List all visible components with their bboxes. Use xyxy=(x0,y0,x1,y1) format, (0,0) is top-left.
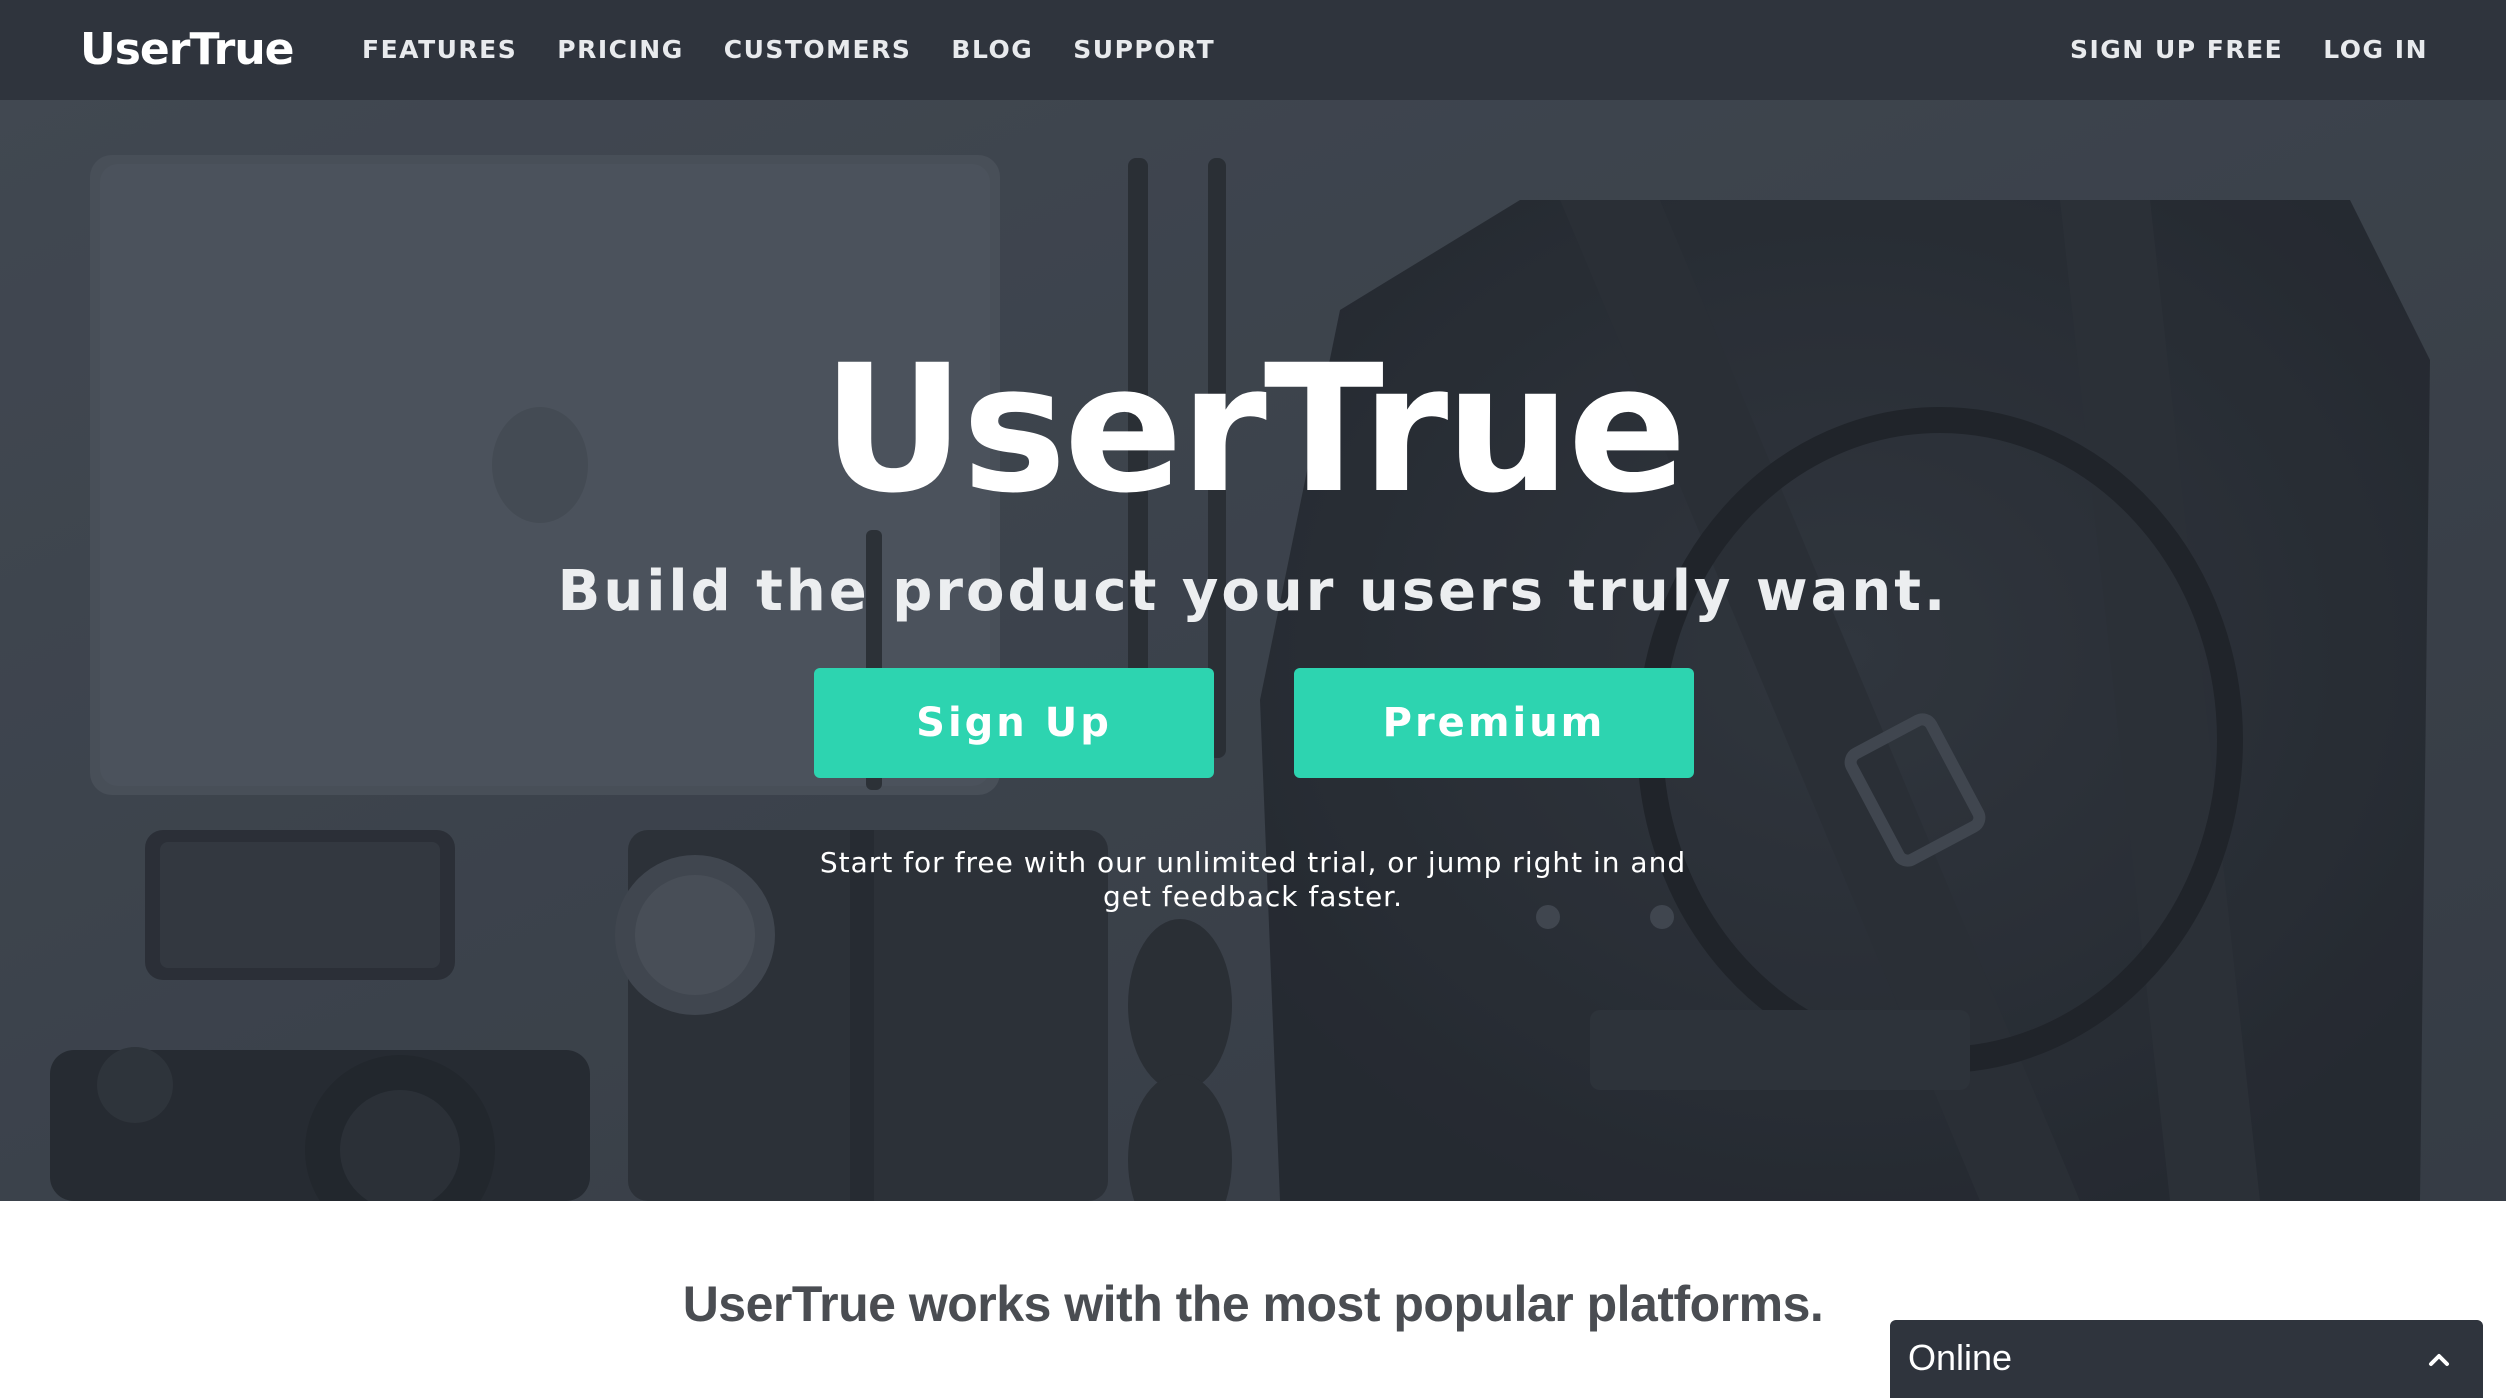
nav-link-sign-up-free[interactable]: SIGN UP FREE xyxy=(2070,32,2283,68)
nav-link-support[interactable]: SUPPORT xyxy=(1073,32,1215,68)
primary-nav: FEATURES PRICING CUSTOMERS BLOG SUPPORT xyxy=(362,32,1215,68)
top-navbar: UserTrue FEATURES PRICING CUSTOMERS BLOG… xyxy=(0,0,2506,100)
nav-link-blog[interactable]: BLOG xyxy=(951,32,1033,68)
sign-up-button[interactable]: Sign Up xyxy=(814,668,1214,778)
live-chat-widget[interactable]: Online xyxy=(1888,1318,2485,1398)
nav-link-pricing[interactable]: PRICING xyxy=(557,32,683,68)
chat-status-label: Online xyxy=(1908,1337,2013,1378)
hero-tagline: Build the product your users truly want. xyxy=(557,559,1949,624)
nav-link-features[interactable]: FEATURES xyxy=(362,32,517,68)
brand-logo[interactable]: UserTrue xyxy=(80,18,295,82)
hero-dark-overlay xyxy=(0,100,2506,1201)
account-nav: SIGN UP FREE LOG IN xyxy=(2070,32,2428,68)
hero-title: UserTrue xyxy=(821,327,1687,532)
nav-link-customers[interactable]: CUSTOMERS xyxy=(724,32,912,68)
premium-button[interactable]: Premium xyxy=(1294,668,1694,778)
chevron-up-icon[interactable] xyxy=(2419,1340,2459,1380)
cta-buttons: Sign Up Premium xyxy=(814,668,1694,778)
hero-note: Start for free with our unlimited trial,… xyxy=(819,846,1687,913)
nav-link-log-in[interactable]: LOG IN xyxy=(2323,32,2428,68)
hero-section: UserTrue Build the product your users tr… xyxy=(0,100,2506,1201)
